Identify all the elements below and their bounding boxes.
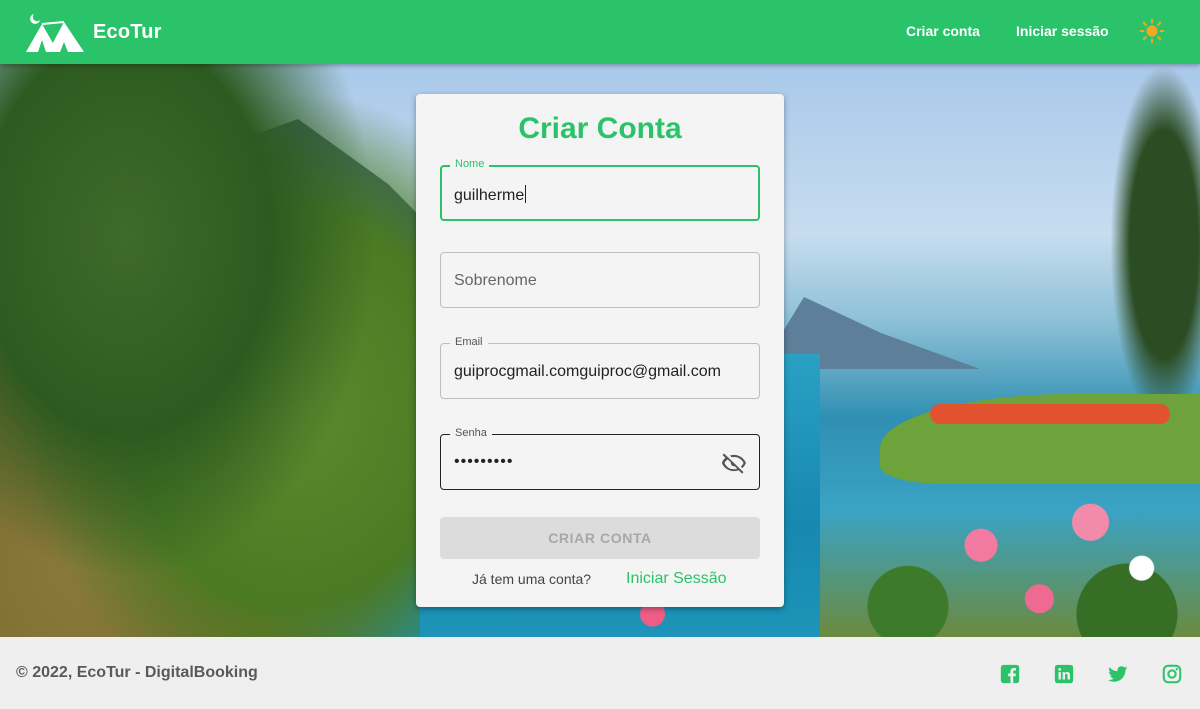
twitter-icon[interactable] xyxy=(1107,663,1129,685)
linkedin-icon[interactable] xyxy=(1053,663,1075,685)
first-name-field[interactable]: Nome guilherme xyxy=(440,158,760,221)
copyright-text: © 2022, EcoTur - DigitalBooking xyxy=(16,664,258,681)
instagram-icon[interactable] xyxy=(1161,663,1183,685)
text-caret xyxy=(525,185,527,203)
password-field[interactable]: Senha ••••••••• xyxy=(440,427,760,490)
nav-sign-in[interactable]: Iniciar sessão xyxy=(1016,23,1109,39)
sign-in-link[interactable]: Iniciar Sessão xyxy=(626,570,727,588)
create-account-button[interactable]: CRIAR CONTA xyxy=(440,517,760,559)
trees-left xyxy=(0,64,420,637)
last-name-placeholder: Sobrenome xyxy=(454,272,537,289)
nav-create-account[interactable]: Criar conta xyxy=(906,23,980,39)
trees-right xyxy=(1110,64,1200,424)
password-value: ••••••••• xyxy=(454,453,514,470)
create-account-card: Criar Conta Nome guilherme Sobrenome Ema… xyxy=(416,94,784,607)
sun-icon[interactable] xyxy=(1139,18,1165,44)
first-name-value: guilherme xyxy=(454,187,525,204)
logo-icon[interactable] xyxy=(24,10,86,54)
first-name-label: Nome xyxy=(450,158,490,170)
password-label: Senha xyxy=(450,427,492,439)
last-name-field[interactable]: Sobrenome xyxy=(440,252,760,308)
has-account-text: Já tem uma conta? xyxy=(472,571,592,587)
top-header: EcoTur Criar conta Iniciar sessão xyxy=(0,0,1200,64)
visibility-off-icon[interactable] xyxy=(721,450,747,476)
email-field[interactable]: Email guiprocgmail.comguiproc@gmail.com xyxy=(440,336,760,399)
email-value: guiprocgmail.comguiproc@gmail.com xyxy=(454,363,722,380)
email-label: Email xyxy=(450,336,488,348)
footer: © 2022, EcoTur - DigitalBooking xyxy=(0,637,1200,709)
brand-name[interactable]: EcoTur xyxy=(93,21,162,44)
flower-bed xyxy=(930,404,1170,424)
first-name-value-wrap[interactable]: guilherme xyxy=(454,185,527,205)
form-title: Criar Conta xyxy=(518,112,682,145)
facebook-icon[interactable] xyxy=(999,663,1021,685)
